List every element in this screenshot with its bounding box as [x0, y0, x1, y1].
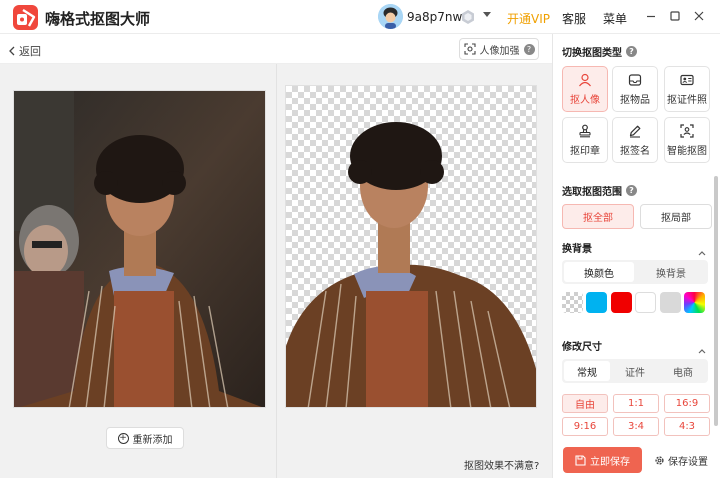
back-button[interactable]: 返回 [8, 43, 41, 59]
chevron-up-icon[interactable] [698, 340, 706, 354]
type-stamp-label: 抠印章 [570, 145, 600, 157]
id-card-icon [680, 74, 694, 85]
background-title: 换背景 [562, 240, 592, 255]
range-title-text: 选取抠图范围 [562, 187, 622, 198]
chevron-left-icon [9, 46, 15, 56]
inbox-icon [628, 73, 642, 86]
customer-service-button[interactable]: 客服 [562, 10, 586, 27]
app-logo-icon [13, 5, 38, 30]
portrait-enhance-label: 人像加强 [479, 45, 520, 57]
minimize-icon[interactable] [643, 8, 659, 24]
app-title: 嗨格式抠图大师 [45, 10, 151, 28]
type-signature-button[interactable]: 抠签名 [612, 117, 658, 163]
plus-circle-icon: + [117, 432, 129, 444]
close-icon[interactable] [691, 8, 707, 24]
type-portrait-button[interactable]: 抠人像 [562, 66, 608, 112]
back-label: 返回 [19, 45, 41, 58]
swatch-gray[interactable] [660, 292, 681, 313]
size-16-9-button[interactable]: 16:9 [664, 394, 710, 413]
type-id-photo-label: 抠证件照 [667, 94, 707, 106]
help-icon[interactable]: ? [626, 46, 637, 57]
chevron-up-icon[interactable] [698, 242, 706, 256]
save-icon [575, 454, 586, 466]
tab-size-ecommerce[interactable]: 电商 [660, 361, 706, 381]
user-avatar[interactable] [378, 4, 403, 29]
panel-scrollbar[interactable] [714, 176, 718, 426]
re-add-label: 重新添加 [132, 434, 173, 446]
type-portrait-label: 抠人像 [570, 94, 600, 106]
swatch-white[interactable] [635, 292, 656, 313]
save-settings-label: 保存设置 [668, 457, 708, 468]
swatch-red[interactable] [611, 292, 632, 313]
resize-title: 修改尺寸 [562, 338, 602, 353]
cutout-type-title: 切换抠图类型 ? [562, 44, 637, 59]
portrait-enhance-button[interactable]: 人像加强 ? [459, 38, 539, 60]
editor-toolbar: 返回 人像加强 ? [0, 34, 552, 64]
vip-badge-icon [460, 9, 476, 25]
size-1-1-button[interactable]: 1:1 [613, 394, 659, 413]
tab-change-color[interactable]: 换颜色 [564, 262, 634, 282]
app-window: 嗨格式抠图大师 9a8p7nw 开通VIP 客服 菜单 返回 人像加强 ? + … [0, 0, 720, 478]
type-signature-label: 抠签名 [620, 145, 650, 157]
open-vip-button[interactable]: 开通VIP [507, 10, 550, 27]
resize-title-text: 修改尺寸 [562, 342, 602, 353]
original-photo [13, 90, 266, 408]
cutout-type-title-text: 切换抠图类型 [562, 48, 622, 59]
range-all-button[interactable]: 抠全部 [562, 204, 634, 229]
save-now-label: 立即保存 [590, 456, 630, 468]
smart-scan-icon [680, 123, 694, 138]
type-object-label: 抠物品 [620, 94, 650, 106]
pane-divider [276, 64, 277, 478]
person-icon [579, 73, 591, 86]
help-icon[interactable]: ? [523, 43, 535, 55]
type-stamp-button[interactable]: 抠印章 [562, 117, 608, 163]
type-object-button[interactable]: 抠物品 [612, 66, 658, 112]
size-category-tabs: 常规 证件 电商 [562, 359, 708, 383]
dissatisfied-link[interactable]: 抠图效果不满意? [464, 457, 539, 472]
gear-icon [655, 456, 664, 465]
range-title: 选取抠图范围 ? [562, 183, 637, 198]
tab-change-background[interactable]: 换背景 [636, 262, 706, 282]
size-free-button[interactable]: 自由 [562, 394, 608, 413]
username[interactable]: 9a8p7nw [407, 10, 462, 24]
user-dropdown-chevron-icon[interactable] [483, 12, 491, 17]
type-smart-label: 智能抠图 [667, 145, 707, 157]
pen-icon [629, 125, 641, 138]
tab-size-normal[interactable]: 常规 [564, 361, 610, 381]
swatch-blue[interactable] [586, 292, 607, 313]
stamp-icon [579, 124, 591, 137]
save-settings-button[interactable]: 保存设置 [654, 453, 708, 468]
background-mode-tabs: 换颜色 换背景 [562, 260, 708, 284]
size-3-4-button[interactable]: 3:4 [613, 417, 659, 436]
title-bar: 嗨格式抠图大师 9a8p7nw 开通VIP 客服 菜单 [0, 0, 720, 34]
face-scan-icon [463, 43, 476, 55]
swatch-custom-color[interactable] [684, 292, 705, 313]
swatch-transparent[interactable] [562, 292, 583, 313]
save-now-button[interactable]: 立即保存 [563, 447, 642, 473]
cutout-result-preview [285, 85, 537, 408]
tab-size-id[interactable]: 证件 [612, 361, 658, 381]
type-id-photo-button[interactable]: 抠证件照 [664, 66, 710, 112]
type-smart-button[interactable]: 智能抠图 [664, 117, 710, 163]
background-title-text: 换背景 [562, 244, 592, 255]
help-icon[interactable]: ? [626, 185, 637, 196]
re-add-button[interactable]: + 重新添加 [106, 427, 184, 449]
menu-button[interactable]: 菜单 [603, 10, 627, 27]
maximize-icon[interactable] [667, 8, 683, 24]
size-4-3-button[interactable]: 4:3 [664, 417, 710, 436]
size-9-16-button[interactable]: 9:16 [562, 417, 608, 436]
range-part-button[interactable]: 抠局部 [640, 204, 712, 229]
